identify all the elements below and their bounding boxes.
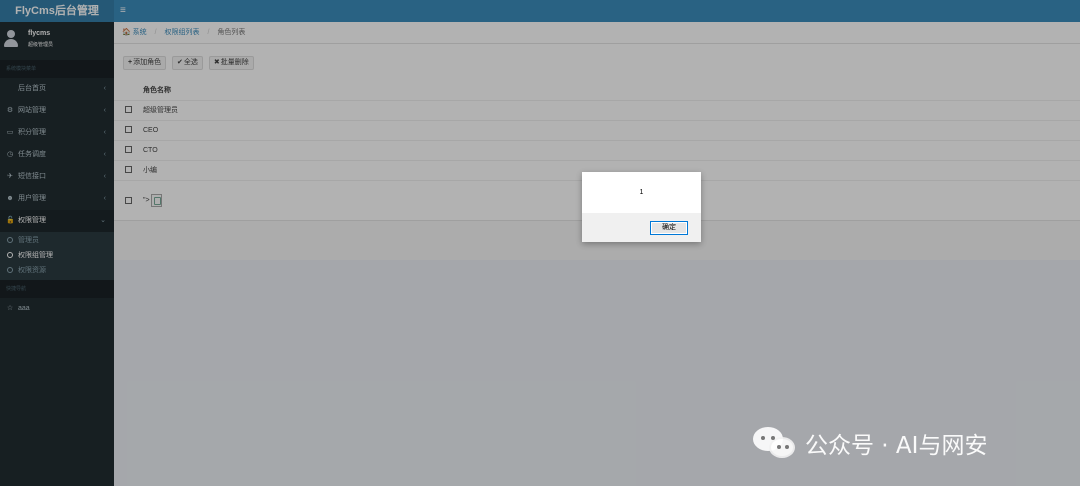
modal-overlay <box>0 0 1080 486</box>
ok-button[interactable]: 确定 <box>650 221 688 235</box>
alert-footer: 确定 <box>582 213 701 242</box>
alert-message: 1 <box>639 189 644 196</box>
watermark-text: 公众号 · AI与网安 <box>805 433 988 459</box>
watermark: 公众号 · AI与网安 <box>753 424 987 462</box>
alert-dialog: 1 确定 <box>582 172 701 242</box>
wechat-icon <box>753 425 797 461</box>
